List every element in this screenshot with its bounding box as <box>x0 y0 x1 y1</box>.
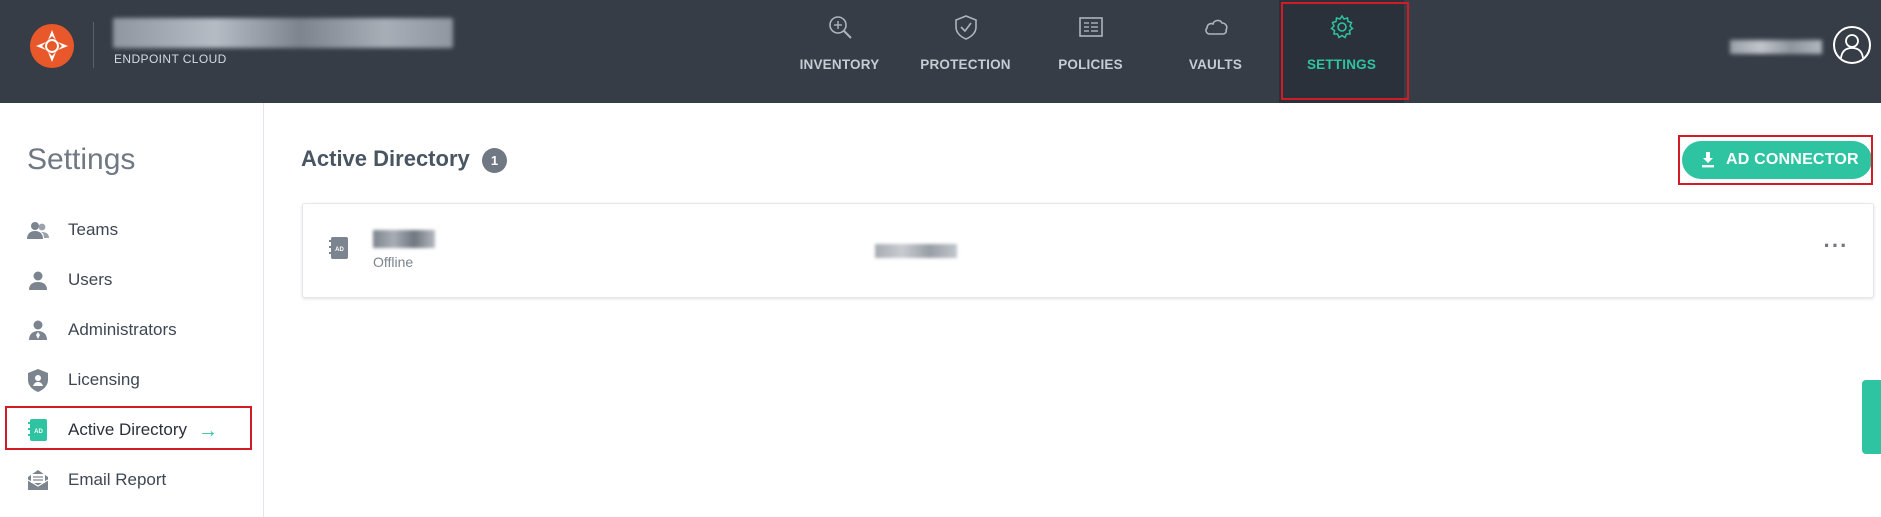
username-redacted[interactable] <box>1730 40 1822 54</box>
licensing-shield-icon <box>28 369 48 392</box>
brand-subtitle: ENDPOINT CLOUD <box>114 52 227 66</box>
active-directory-icon: AD <box>28 419 47 441</box>
more-options-icon[interactable]: ··· <box>1821 235 1851 264</box>
download-icon <box>1702 152 1714 168</box>
sidebar-item-administrators[interactable]: Administrators <box>0 308 263 352</box>
feedback-side-tab[interactable] <box>1862 380 1881 454</box>
sidebar-item-label: Licensing <box>68 370 140 389</box>
nav-inventory[interactable]: INVENTORY <box>777 0 902 103</box>
nav-policies[interactable]: POLICIES <box>1028 0 1153 103</box>
nav-label: SETTINGS <box>1306 57 1377 72</box>
sidebar-item-label: Users <box>68 270 113 289</box>
policies-list-icon <box>1078 17 1103 37</box>
sidebar-item-label: Teams <box>68 220 119 239</box>
directory-name-redacted <box>373 230 435 248</box>
sidebar-item-users[interactable]: Users <box>0 258 263 302</box>
email-icon <box>27 470 49 490</box>
cloud-icon <box>1204 19 1228 35</box>
svg-text:AD: AD <box>34 429 43 435</box>
directory-card[interactable]: AD Offline ··· <box>302 203 1874 298</box>
sidebar-item-licensing[interactable]: Licensing <box>0 358 263 402</box>
sidebar-item-teams[interactable]: Teams <box>0 208 263 252</box>
nav-label: INVENTORY <box>799 57 880 72</box>
user-avatar[interactable] <box>1833 26 1871 64</box>
user-avatar-icon <box>1840 34 1864 59</box>
nav-label: PROTECTION <box>920 57 1011 72</box>
ad-connector-button[interactable]: AD CONNECTOR <box>1682 141 1872 179</box>
brand-divider <box>93 22 94 68</box>
settings-sidebar: Settings Teams Users Administrators Lice… <box>0 103 264 517</box>
teams-icon <box>27 222 49 239</box>
sidebar-item-email-report[interactable]: Email Report <box>0 458 263 502</box>
sidebar-item-label: Active Directory <box>68 420 188 439</box>
inventory-search-icon <box>828 16 852 39</box>
sidebar-title: Settings <box>27 143 136 176</box>
top-navigation-bar: ENDPOINT CLOUD INVENTORY PROTECTION POLI… <box>0 0 1881 103</box>
page-title: Active Directory <box>301 146 470 171</box>
sidebar-item-active-directory[interactable]: AD Active Directory → <box>0 408 263 452</box>
svg-text:AD: AD <box>335 247 344 253</box>
sidebar-item-label: Administrators <box>68 320 177 339</box>
organization-name-redacted <box>113 18 453 48</box>
brand-logo[interactable] <box>28 22 76 70</box>
count-badge: 1 <box>482 148 507 173</box>
directory-domain-redacted <box>875 244 957 258</box>
nav-label: POLICIES <box>1058 57 1123 72</box>
nav-settings[interactable]: SETTINGS <box>1279 0 1404 103</box>
ad-connector-label: AD CONNECTOR <box>1726 151 1859 168</box>
administrator-icon <box>29 320 47 340</box>
arrow-right-icon: → <box>198 420 218 442</box>
sidebar-item-label: Email Report <box>68 470 167 489</box>
nav-vaults[interactable]: VAULTS <box>1153 0 1278 103</box>
active-directory-icon: AD <box>329 237 348 259</box>
directory-status: Offline <box>373 254 414 270</box>
nav-protection[interactable]: PROTECTION <box>903 0 1028 103</box>
gear-icon <box>1329 14 1354 39</box>
shield-check-icon <box>954 15 977 40</box>
user-icon <box>29 271 47 290</box>
nav-label: VAULTS <box>1188 57 1243 72</box>
